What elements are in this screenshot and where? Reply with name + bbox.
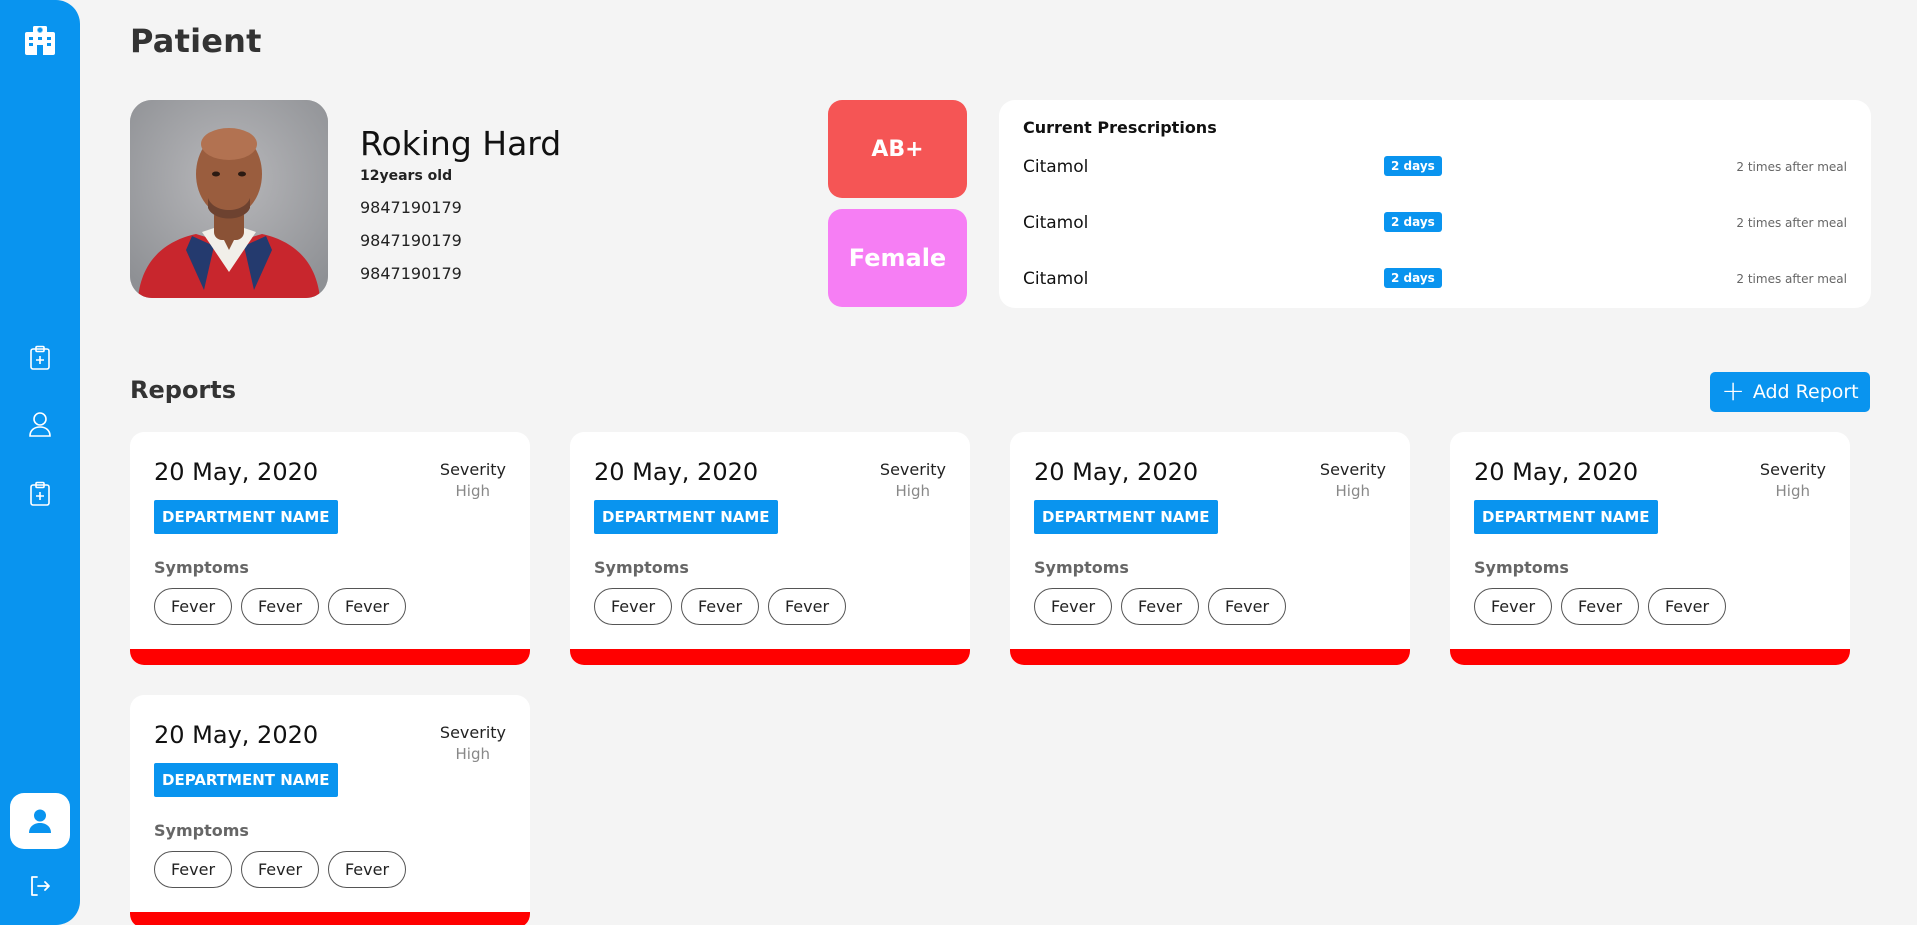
symptom-chip: Fever <box>1034 588 1112 625</box>
symptom-chip: Fever <box>1561 588 1639 625</box>
symptom-chips: Fever Fever Fever <box>154 588 406 625</box>
severity-value: High <box>455 482 490 500</box>
symptom-chip: Fever <box>1648 588 1726 625</box>
symptom-chip: Fever <box>241 851 319 888</box>
prescription-note: 2 times after meal <box>1736 272 1847 286</box>
report-date: 20 May, 2020 <box>594 458 759 486</box>
department-badge: DEPARTMENT NAME <box>154 500 338 534</box>
severity-value: High <box>895 482 930 500</box>
report-card[interactable]: 20 May, 2020 Severity High DEPARTMENT NA… <box>570 432 970 665</box>
user-icon <box>29 412 51 437</box>
nav-appointments-button[interactable] <box>10 330 70 386</box>
symptom-chip: Fever <box>1474 588 1552 625</box>
sidebar <box>0 0 80 925</box>
prescriptions-title: Current Prescriptions <box>1023 118 1217 137</box>
severity-label: Severity <box>1759 460 1826 479</box>
logout-button[interactable] <box>10 858 70 914</box>
gender-tile: Female <box>828 209 967 307</box>
prescriptions-card: Current Prescriptions Citamol 2 days 2 t… <box>999 100 1871 308</box>
prescription-medicine: Citamol <box>1023 269 1089 289</box>
severity-label: Severity <box>439 723 506 742</box>
user-icon <box>29 809 51 833</box>
prescription-duration-badge: 2 days <box>1384 212 1442 232</box>
report-date: 20 May, 2020 <box>1474 458 1639 486</box>
symptom-chips: Fever Fever Fever <box>1034 588 1286 625</box>
severity-bar <box>130 649 530 665</box>
severity-value: High <box>455 745 490 763</box>
report-card[interactable]: 20 May, 2020 Severity High DEPARTMENT NA… <box>130 432 530 665</box>
hospital-icon <box>25 26 55 55</box>
patient-phone: 9847190179 <box>360 264 462 283</box>
severity-bar <box>1450 649 1850 665</box>
department-badge: DEPARTMENT NAME <box>1034 500 1218 534</box>
severity-value: High <box>1335 482 1370 500</box>
page-title: Patient <box>130 22 262 60</box>
patient-age: 12years old <box>360 168 453 184</box>
prescription-row: Citamol 2 days 2 times after meal <box>1023 210 1847 238</box>
logout-icon <box>31 876 50 896</box>
symptom-chip: Fever <box>154 851 232 888</box>
report-card[interactable]: 20 May, 2020 Severity High DEPARTMENT NA… <box>130 695 530 925</box>
severity-label: Severity <box>439 460 506 479</box>
severity-bar <box>1010 649 1410 665</box>
symptom-chip: Fever <box>328 588 406 625</box>
department-badge: DEPARTMENT NAME <box>154 763 338 797</box>
add-report-label: Add Report <box>1752 381 1859 403</box>
severity-bar <box>570 649 970 665</box>
symptom-chip: Fever <box>1121 588 1199 625</box>
severity-label: Severity <box>1319 460 1386 479</box>
nav-reports-button[interactable] <box>10 466 70 522</box>
prescription-medicine: Citamol <box>1023 213 1089 233</box>
symptom-chip: Fever <box>241 588 319 625</box>
prescription-note: 2 times after meal <box>1736 160 1847 174</box>
clipboard-plus-icon <box>30 345 50 370</box>
symptom-chip: Fever <box>154 588 232 625</box>
symptoms-label: Symptoms <box>1474 558 1569 577</box>
symptom-chip: Fever <box>594 588 672 625</box>
severity-value: High <box>1775 482 1810 500</box>
clipboard-plus-icon <box>30 481 50 506</box>
symptom-chips: Fever Fever Fever <box>1474 588 1726 625</box>
symptoms-label: Symptoms <box>154 558 249 577</box>
symptoms-label: Symptoms <box>594 558 689 577</box>
severity-label: Severity <box>879 460 946 479</box>
report-date: 20 May, 2020 <box>1034 458 1199 486</box>
blood-group-tile: AB+ <box>828 100 967 198</box>
patient-photo <box>130 100 328 298</box>
report-card[interactable]: 20 May, 2020 Severity High DEPARTMENT NA… <box>1450 432 1850 665</box>
patient-phone: 9847190179 <box>360 198 462 217</box>
symptom-chip: Fever <box>681 588 759 625</box>
symptoms-label: Symptoms <box>1034 558 1129 577</box>
department-badge: DEPARTMENT NAME <box>1474 500 1658 534</box>
nav-patients-button[interactable] <box>10 396 70 452</box>
patient-phone: 9847190179 <box>360 231 462 250</box>
prescription-duration-badge: 2 days <box>1384 156 1442 176</box>
prescription-medicine: Citamol <box>1023 157 1089 177</box>
nav-profile-button-active[interactable] <box>10 793 70 849</box>
severity-bar <box>130 912 530 925</box>
symptom-chip: Fever <box>768 588 846 625</box>
patient-name: Roking Hard <box>360 124 562 163</box>
prescription-duration-badge: 2 days <box>1384 268 1442 288</box>
symptom-chips: Fever Fever Fever <box>594 588 846 625</box>
reports-title: Reports <box>130 376 237 404</box>
department-badge: DEPARTMENT NAME <box>594 500 778 534</box>
report-date: 20 May, 2020 <box>154 458 319 486</box>
add-report-button[interactable]: + Add Report <box>1710 372 1870 412</box>
prescription-row: Citamol 2 days 2 times after meal <box>1023 266 1847 294</box>
prescription-note: 2 times after meal <box>1736 216 1847 230</box>
hospital-logo-button[interactable] <box>10 12 70 68</box>
symptom-chip: Fever <box>328 851 406 888</box>
report-card[interactable]: 20 May, 2020 Severity High DEPARTMENT NA… <box>1010 432 1410 665</box>
symptom-chip: Fever <box>1208 588 1286 625</box>
symptoms-label: Symptoms <box>154 821 249 840</box>
report-date: 20 May, 2020 <box>154 721 319 749</box>
plus-icon: + <box>1721 373 1745 407</box>
prescription-row: Citamol 2 days 2 times after meal <box>1023 154 1847 182</box>
symptom-chips: Fever Fever Fever <box>154 851 406 888</box>
